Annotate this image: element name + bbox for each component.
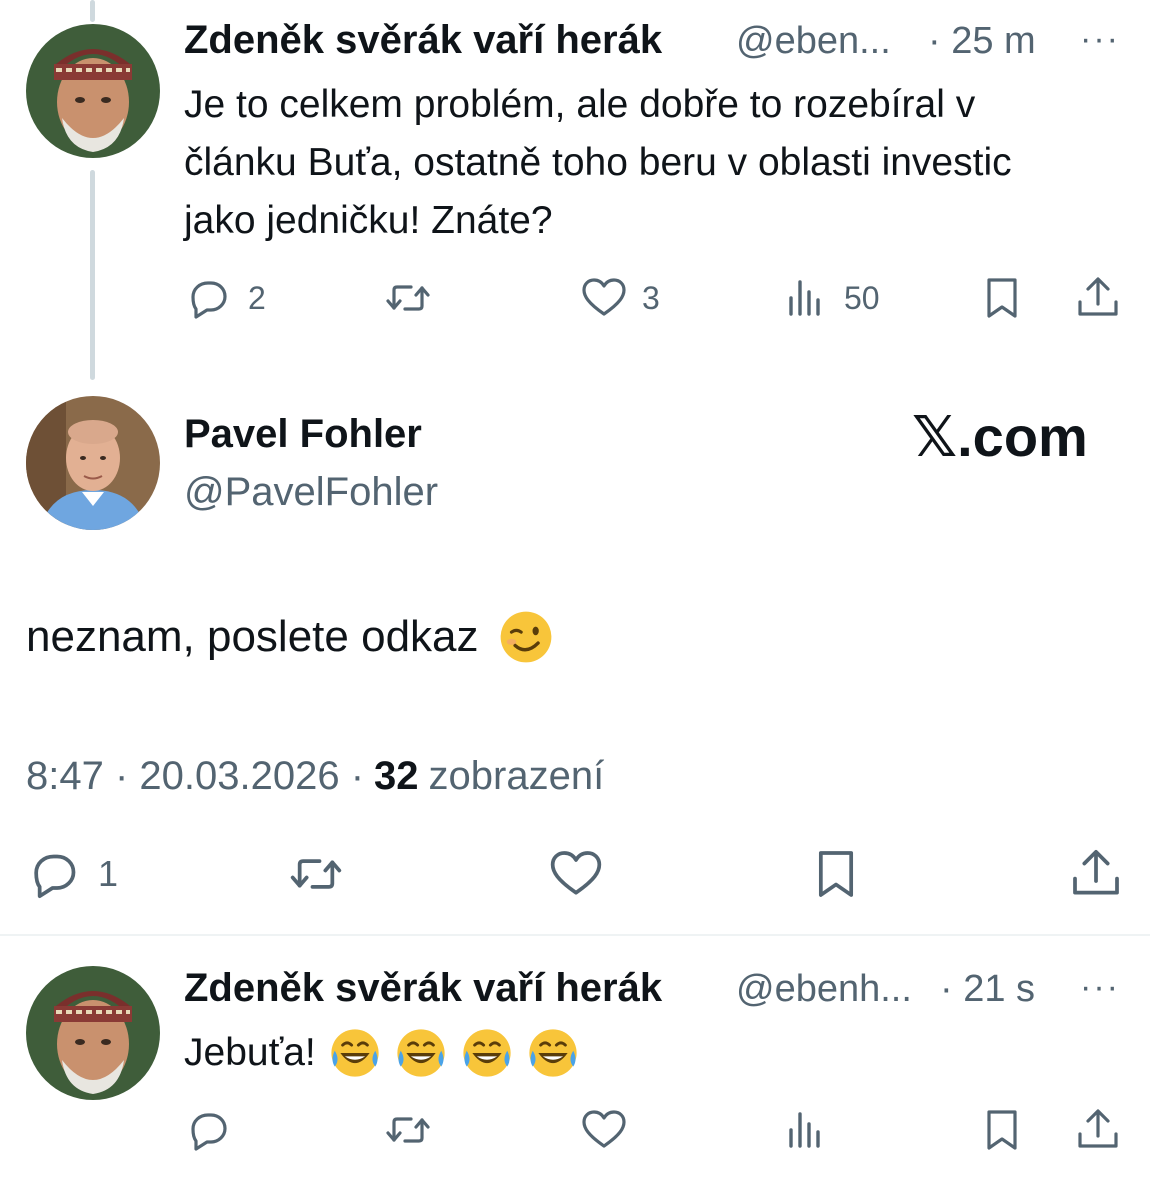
tears-of-joy-emoji — [461, 1027, 512, 1079]
reply-count: 2 — [248, 279, 266, 316]
divider — [0, 934, 1150, 936]
view-count: 50 — [844, 279, 880, 316]
share-button[interactable] — [1074, 274, 1122, 322]
avatar[interactable] — [26, 24, 160, 158]
reply-icon — [191, 281, 227, 319]
author-name[interactable]: Zdeněk svěrák vaří herák — [184, 18, 662, 63]
thread-line-top — [90, 0, 95, 22]
share-icon — [1073, 849, 1119, 895]
tears-of-joy-emoji — [395, 1027, 446, 1079]
avatar-photo-man — [26, 396, 160, 530]
author-handle[interactable]: @PavelFohler — [184, 470, 438, 515]
retweet-button[interactable] — [288, 846, 344, 902]
more-options-icon[interactable]: ··· — [1080, 20, 1120, 59]
like-button[interactable] — [580, 1106, 628, 1154]
avatar-photo-old-man — [26, 24, 160, 158]
like-button[interactable] — [548, 846, 604, 902]
author-handle[interactable]: @eben... — [736, 20, 891, 63]
bookmark-icon — [987, 1110, 1017, 1150]
views-button[interactable]: 50 — [782, 274, 880, 322]
heart-icon — [582, 1110, 626, 1148]
reply-count: 1 — [98, 853, 119, 894]
heart-icon — [582, 278, 626, 316]
thread-line — [90, 170, 95, 380]
timestamp[interactable]: 8:47 · 20.03.2026 · — [26, 754, 364, 799]
heart-icon — [550, 851, 602, 895]
reply-icon — [191, 1113, 227, 1151]
like-button[interactable]: 3 — [580, 274, 660, 322]
tweet-meta: 8:47 · 20.03.2026 · 32 zobrazení — [26, 754, 604, 799]
avatar-photo-old-man — [26, 966, 160, 1100]
tweet-text-row: neznam, poslete odkaz — [26, 608, 555, 666]
view-count: 32 — [374, 754, 419, 798]
tweet-text: Jebuťa! — [184, 1031, 316, 1074]
views-icon — [789, 280, 820, 316]
tears-of-joy-emoji — [329, 1027, 380, 1079]
winking-face-emoji — [500, 611, 551, 663]
tweet-text: Je to celkem problém, ale dobře to rozeb… — [184, 83, 1012, 242]
reply-button[interactable]: 2 — [186, 274, 266, 322]
share-icon — [1078, 1109, 1118, 1148]
timestamp[interactable]: · 25 m — [928, 20, 1036, 63]
avatar[interactable] — [26, 396, 160, 530]
views-button[interactable] — [782, 1106, 830, 1154]
author-name[interactable]: Zdeněk svěrák vaří herák — [184, 966, 662, 1011]
bookmark-button[interactable] — [978, 274, 1026, 322]
views-label: zobrazení — [428, 754, 605, 798]
reply-button[interactable]: 1 — [28, 846, 118, 902]
bookmark-button[interactable] — [808, 846, 864, 902]
retweet-button[interactable] — [384, 274, 432, 322]
avatar[interactable] — [26, 966, 160, 1100]
share-button[interactable] — [1074, 1106, 1122, 1154]
tears-of-joy-emoji — [527, 1027, 578, 1079]
author-handle[interactable]: @ebenh... — [736, 968, 912, 1011]
like-count: 3 — [642, 279, 660, 316]
share-button[interactable] — [1068, 846, 1124, 902]
timestamp[interactable]: · 21 s — [940, 968, 1035, 1011]
retweet-icon — [386, 285, 430, 311]
retweet-icon — [386, 1117, 430, 1143]
more-options-icon[interactable]: ··· — [1080, 968, 1120, 1007]
bookmark-icon — [987, 278, 1017, 318]
tweet-text: neznam, poslete odkaz — [26, 612, 479, 661]
author-name[interactable]: Pavel Fohler — [184, 412, 422, 457]
retweet-button[interactable] — [384, 1106, 432, 1154]
reply-button[interactable] — [186, 1106, 234, 1154]
reply-icon — [34, 854, 76, 899]
bookmark-button[interactable] — [978, 1106, 1026, 1154]
x-com-watermark: 𝕏.com — [912, 405, 1088, 468]
bookmark-icon — [818, 851, 854, 897]
tweet-text-row: Jebuťa! — [184, 1026, 580, 1080]
views-icon — [789, 1112, 820, 1148]
share-icon — [1078, 277, 1118, 316]
retweet-icon — [290, 859, 342, 889]
